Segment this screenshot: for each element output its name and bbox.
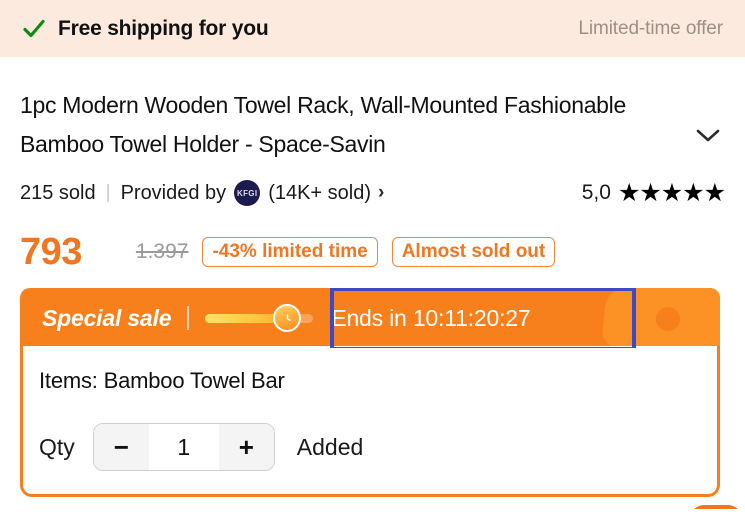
bottom-spacer [0,509,745,514]
star-rating-icon: ★★★★★ [617,178,726,207]
stock-status-badge: Almost sold out [391,237,556,267]
product-title: 1pc Modern Wooden Towel Rack, Wall-Mount… [20,92,633,157]
special-sale-label: Special sale [42,304,172,331]
quantity-row: Qty − 1 + Added [39,423,363,471]
rating-group[interactable]: 5,0 ★★★★★ [581,178,726,207]
chevron-right-icon[interactable]: › [378,182,384,204]
free-shipping-banner: Free shipping for you Limited-time offer [0,0,745,57]
minus-icon[interactable]: − [93,424,149,470]
product-detail-screen: Free shipping for you Limited-time offer… [0,0,745,514]
product-title-block[interactable]: 1pc Modern Wooden Towel Rack, Wall-Mount… [20,86,725,164]
items-line: Items: Bamboo Towel Bar [39,368,285,393]
ends-in-label: Ends in [331,304,407,331]
seller-total-sold: (14K+ sold) [268,181,372,204]
banner-separator [187,306,190,330]
seller-info-row[interactable]: 215 sold | Provided by KFGI (14K+ sold) … [20,177,726,209]
quantity-stepper[interactable]: − 1 + [92,423,275,471]
clock-icon [273,304,302,332]
banner-decoration-dot [656,307,680,331]
qty-label: Qty [39,433,75,460]
progress-fill [205,314,284,323]
countdown-timer: 10:11:20:27 [412,304,531,331]
provided-by-label: Provided by [120,181,227,204]
price-row: 793 1.397 -43% limited time Almost sold … [20,228,725,276]
promo-left-group: Free shipping for you [22,16,269,41]
plus-icon[interactable]: + [218,424,274,470]
discount-badge: -43% limited time [202,237,378,267]
chevron-down-icon[interactable] [691,124,725,148]
special-sale-banner: Special sale Ends in 10:11:20:27 [20,288,720,348]
sold-count: 215 sold [20,181,96,204]
separator: | [105,182,111,203]
special-sale-card: Special sale Ends in 10:11:20:27 Items: … [20,288,720,497]
promo-text: Free shipping for you [58,16,269,40]
limited-time-offer-text: Limited-time offer [578,17,723,39]
sale-card-body: Items: Bamboo Towel Bar Qty − 1 + Added [20,346,720,497]
countdown-text: Ends in 10:11:20:27 [331,305,530,332]
rating-value: 5,0 [581,181,611,204]
check-icon [22,17,46,41]
seller-badge-icon: KFGI [234,180,261,206]
original-price: 1.397 [135,240,189,263]
added-status-text: Added [296,433,364,460]
sale-progress-bar [205,304,314,332]
current-price: 793 [20,230,82,273]
quantity-value[interactable]: 1 [148,433,219,461]
